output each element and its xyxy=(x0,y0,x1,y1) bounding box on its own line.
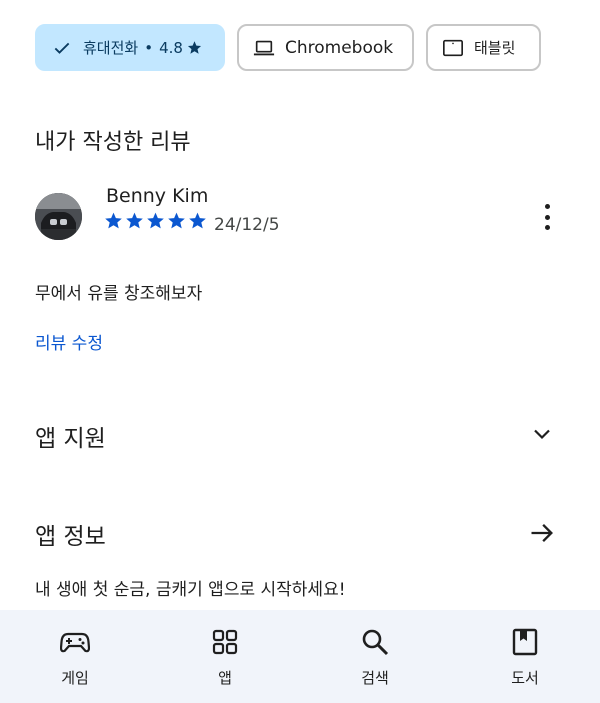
nav-item-games-label: 게임 xyxy=(61,669,89,687)
nav-item-games[interactable]: 게임 xyxy=(0,610,150,703)
app-info-title[interactable]: 앱 정보 xyxy=(35,517,106,551)
star-icon xyxy=(146,211,165,230)
avatar xyxy=(35,193,82,240)
gamepad-icon xyxy=(60,627,90,657)
filter-chip-separator: • xyxy=(144,38,154,57)
nav-item-search-label: 검색 xyxy=(361,669,389,687)
bottom-navigation: 게임 앱 검색 도서 xyxy=(0,610,600,703)
filter-chip-tablet[interactable]: 태블릿 xyxy=(426,24,541,71)
chevron-down-icon[interactable] xyxy=(530,422,554,446)
star-icon xyxy=(187,40,202,55)
filter-chip-phone-rating: 4.8 xyxy=(159,38,183,57)
laptop-icon xyxy=(253,37,275,59)
review-text: 무에서 유를 창조해보자 xyxy=(35,284,203,304)
apps-grid-icon xyxy=(210,627,240,657)
search-icon xyxy=(360,627,390,657)
more-options-icon[interactable] xyxy=(536,202,558,232)
filter-chip-phone[interactable]: 휴대전화 • 4.8 xyxy=(35,24,225,71)
nav-item-apps[interactable]: 앱 xyxy=(150,610,300,703)
nav-item-books-label: 도서 xyxy=(511,669,539,687)
filter-chip-phone-label: 휴대전화 xyxy=(83,39,139,57)
star-icon xyxy=(167,211,186,230)
app-support-title[interactable]: 앱 지원 xyxy=(35,419,106,453)
filter-chip-tablet-label: 태블릿 xyxy=(474,39,516,57)
book-icon xyxy=(510,627,540,657)
nav-item-apps-label: 앱 xyxy=(218,669,232,687)
review-date: 24/12/5 xyxy=(214,215,280,235)
tablet-icon xyxy=(442,37,464,59)
edit-review-link[interactable]: 리뷰 수정 xyxy=(35,329,103,354)
app-info-description: 내 생애 첫 순금, 금캐기 앱으로 시작하세요! xyxy=(35,580,346,600)
rating-stars xyxy=(104,211,207,230)
nav-item-books[interactable]: 도서 xyxy=(450,610,600,703)
my-review-title: 내가 작성한 리뷰 xyxy=(35,130,191,155)
filter-chip-chromebook[interactable]: Chromebook xyxy=(237,24,414,71)
check-icon xyxy=(51,37,73,59)
nav-item-search[interactable]: 검색 xyxy=(300,610,450,703)
arrow-right-icon[interactable] xyxy=(528,519,556,547)
star-icon xyxy=(188,211,207,230)
star-icon xyxy=(104,211,123,230)
device-filter-chips: 휴대전화 • 4.8 Chromebook 태블릿 xyxy=(35,24,580,71)
filter-chip-chromebook-label: Chromebook xyxy=(285,37,394,58)
star-icon xyxy=(125,211,144,230)
reviewer-name: Benny Kim xyxy=(106,185,209,207)
